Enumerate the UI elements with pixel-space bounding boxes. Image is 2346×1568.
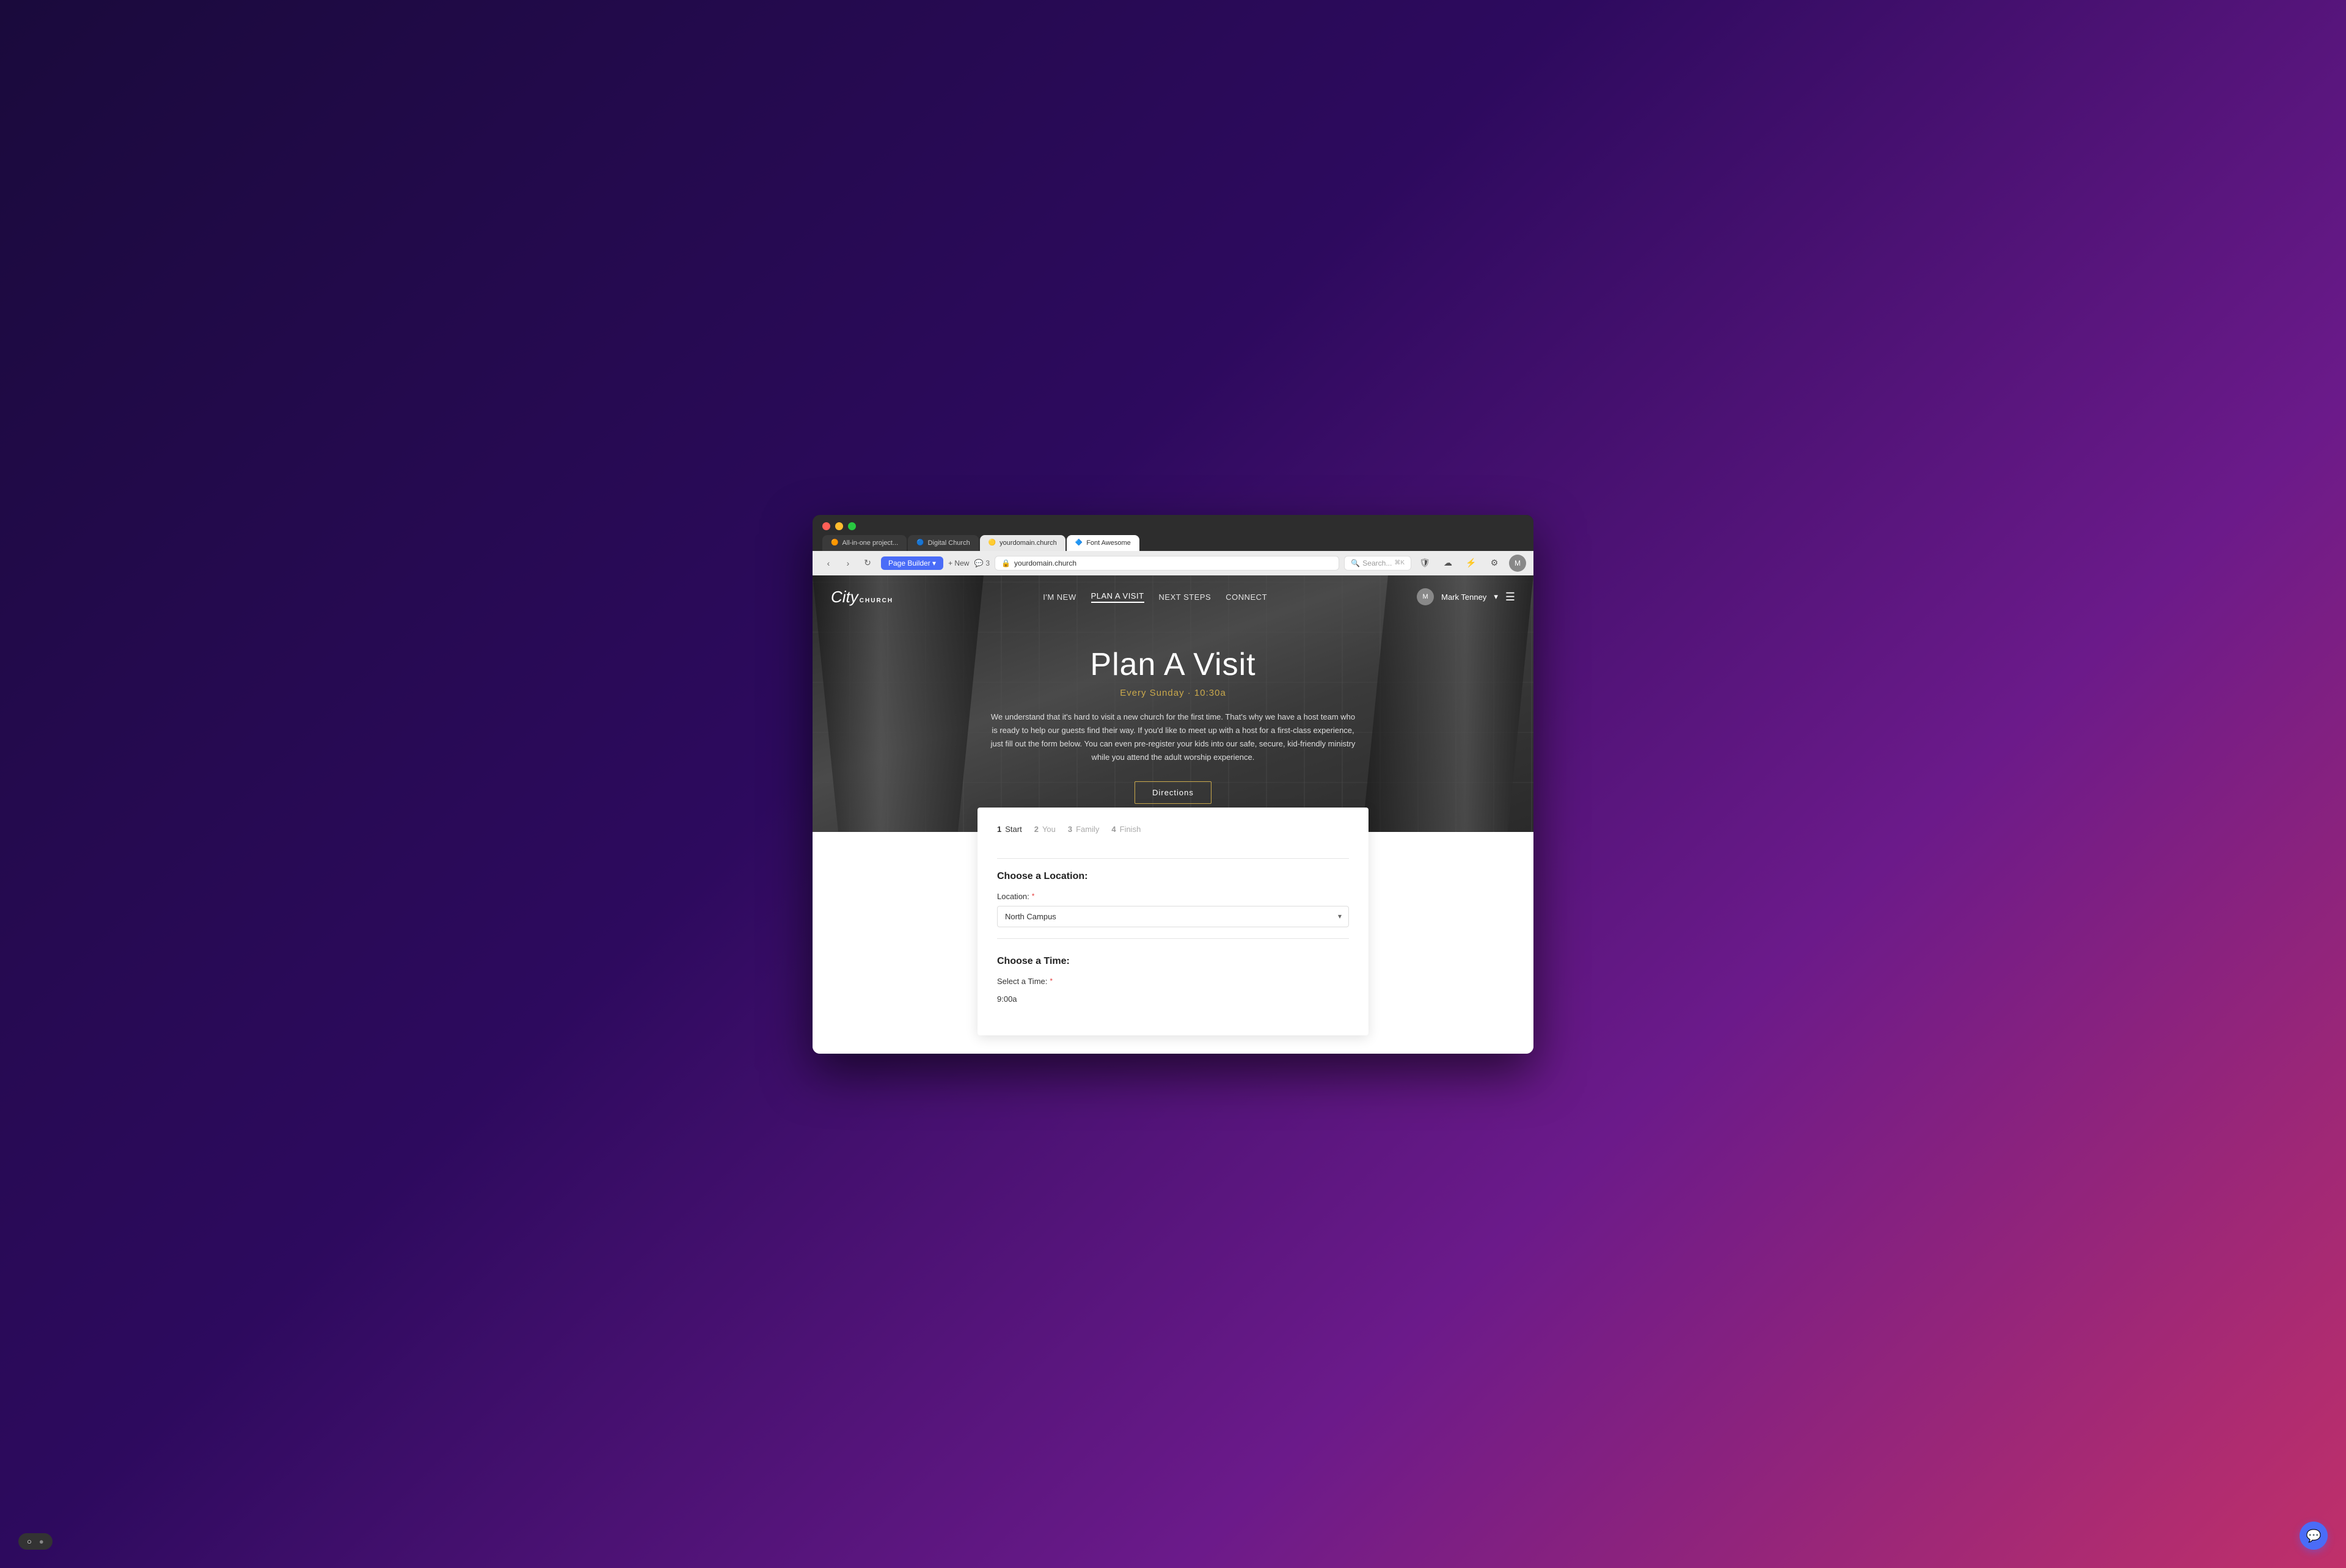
- search-icon: 🔍: [1351, 559, 1360, 567]
- dark-mode-icon: ●: [35, 1537, 48, 1546]
- hero-subtitle: Every Sunday · 10:30a: [1120, 688, 1226, 698]
- tab-yourdomain-icon: 🟡: [988, 539, 996, 546]
- chat-icon: 💬: [2306, 1528, 2322, 1544]
- user-avatar[interactable]: M: [1509, 555, 1526, 572]
- comments-icon: 💬: [974, 559, 983, 567]
- address-bar[interactable]: 🔒 yourdomain.church: [995, 556, 1339, 571]
- hamburger-menu[interactable]: ☰: [1505, 591, 1515, 603]
- maximize-button[interactable]: [848, 522, 856, 530]
- lightning-icon-btn[interactable]: ⚡: [1463, 555, 1480, 572]
- tab-fontawesome[interactable]: 🔷 Font Awesome: [1067, 535, 1139, 551]
- step-4-label: Finish: [1120, 825, 1141, 834]
- step-4: 4 Finish: [1111, 825, 1141, 834]
- time-group: Select a Time: * 9:00a: [997, 977, 1349, 1007]
- hero-section: City CHURCH I'M NEW PLAN A VISIT NEXT ST…: [813, 575, 1533, 832]
- hero-description: We understand that it's hard to visit a …: [990, 710, 1356, 764]
- site-nav-links: I'M NEW PLAN A VISIT NEXT STEPS CONNECT: [1043, 591, 1267, 603]
- search-placeholder: Search...: [1362, 559, 1392, 567]
- site-nav: City CHURCH I'M NEW PLAN A VISIT NEXT ST…: [813, 575, 1533, 619]
- browser-chrome: 🟠 All-in-one project... 🔵 Digital Church…: [813, 515, 1533, 575]
- logo-church: CHURCH: [860, 597, 893, 604]
- lock-icon: 🔒: [1001, 559, 1010, 567]
- hero-content: Plan A Visit Every Sunday · 10:30a We un…: [813, 619, 1533, 832]
- site-user-avatar: M: [1417, 588, 1434, 605]
- browser-toolbar: ‹ › ↻ Page Builder ▾ + New 💬 3 🔒 yourdom…: [813, 551, 1533, 575]
- step-3-label: Family: [1076, 825, 1099, 834]
- shield-icon-btn[interactable]: 🛡: [1416, 555, 1433, 572]
- minimize-button[interactable]: [835, 522, 843, 530]
- back-button[interactable]: ‹: [820, 555, 837, 572]
- time-value: 9:00a: [997, 991, 1349, 1007]
- chat-button[interactable]: 💬: [2300, 1522, 2328, 1550]
- comments-count: 3: [985, 559, 990, 567]
- tab-digitalchurch-icon: 🔵: [916, 539, 924, 546]
- hero-title: Plan A Visit: [1090, 646, 1255, 683]
- new-button[interactable]: + New: [948, 559, 969, 567]
- new-label: + New: [948, 559, 969, 567]
- step-3-num: 3: [1068, 825, 1072, 834]
- location-select-wrapper: North Campus South Campus East Campus We…: [997, 906, 1349, 927]
- form-steps: 1 Start 2 You 3 Family 4 Finish: [997, 825, 1349, 844]
- tab-fontawesome-label: Font Awesome: [1086, 539, 1131, 547]
- step-3: 3 Family: [1068, 825, 1100, 834]
- location-label: Location:: [997, 892, 1029, 901]
- site-logo: City CHURCH: [831, 588, 893, 607]
- website-content: City CHURCH I'M NEW PLAN A VISIT NEXT ST…: [813, 575, 1533, 1054]
- theme-toggle[interactable]: ○ ●: [18, 1533, 53, 1550]
- nav-controls: ‹ › ↻: [820, 555, 876, 572]
- tab-allinone-label: All-in-one project...: [842, 539, 898, 547]
- location-section-title: Choose a Location:: [997, 871, 1349, 882]
- step-4-num: 4: [1111, 825, 1116, 834]
- reload-button[interactable]: ↻: [859, 555, 876, 572]
- step-2-label: You: [1042, 825, 1056, 834]
- tab-yourdomain[interactable]: 🟡 yourdomain.church: [980, 535, 1065, 551]
- time-label: Select a Time:: [997, 977, 1047, 986]
- toolbar-icons: 🛡 ☁ ⚡ ⚙ M: [1416, 555, 1526, 572]
- logo-brand: City: [831, 588, 858, 607]
- forward-button[interactable]: ›: [839, 555, 857, 572]
- step-1-num: 1: [997, 825, 1001, 834]
- location-label-row: Location: *: [997, 892, 1349, 901]
- tab-allinone-icon: 🟠: [831, 539, 838, 546]
- settings-icon-btn[interactable]: ⚙: [1486, 555, 1503, 572]
- time-section-divider: [997, 938, 1349, 939]
- light-mode-icon: ○: [23, 1537, 35, 1546]
- address-text: yourdomain.church: [1014, 559, 1076, 567]
- location-required: *: [1032, 892, 1035, 900]
- step-2-num: 2: [1034, 825, 1039, 834]
- tab-digitalchurch[interactable]: 🔵 Digital Church: [908, 535, 979, 551]
- nav-connect[interactable]: CONNECT: [1226, 593, 1267, 602]
- step-2: 2 You: [1034, 825, 1056, 834]
- search-bar[interactable]: 🔍 Search... ⌘K: [1344, 556, 1411, 571]
- page-builder-button[interactable]: Page Builder ▾: [881, 556, 943, 570]
- user-name: Mark Tenney: [1441, 593, 1486, 602]
- directions-button[interactable]: Directions: [1135, 781, 1211, 804]
- form-card: 1 Start 2 You 3 Family 4 Finish: [978, 808, 1368, 1035]
- cloud-icon-btn[interactable]: ☁: [1439, 555, 1456, 572]
- location-group: Location: * North Campus South Campus Ea…: [997, 892, 1349, 927]
- tab-allinone[interactable]: 🟠 All-in-one project...: [822, 535, 907, 551]
- user-chevron: ▾: [1494, 592, 1498, 602]
- form-divider: [997, 858, 1349, 859]
- traffic-lights: [813, 515, 1533, 535]
- comments-indicator: 💬 3: [974, 559, 990, 567]
- nav-imnew[interactable]: I'M NEW: [1043, 593, 1076, 602]
- time-section-title: Choose a Time:: [997, 951, 1349, 967]
- step-1: 1 Start: [997, 825, 1022, 834]
- location-select[interactable]: North Campus South Campus East Campus We…: [997, 906, 1349, 927]
- form-section: 1 Start 2 You 3 Family 4 Finish: [813, 808, 1533, 1054]
- close-button[interactable]: [822, 522, 830, 530]
- step-1-label: Start: [1005, 825, 1021, 834]
- tab-yourdomain-label: yourdomain.church: [999, 539, 1057, 547]
- nav-nextsteps[interactable]: NEXT STEPS: [1159, 593, 1211, 602]
- browser-tabs: 🟠 All-in-one project... 🔵 Digital Church…: [813, 535, 1533, 551]
- tab-fontawesome-icon: 🔷: [1075, 539, 1083, 546]
- search-shortcut: ⌘K: [1394, 560, 1405, 566]
- tab-digitalchurch-label: Digital Church: [928, 539, 970, 547]
- nav-planvisit[interactable]: PLAN A VISIT: [1091, 591, 1144, 603]
- browser-window: 🟠 All-in-one project... 🔵 Digital Church…: [813, 515, 1533, 1054]
- time-required: *: [1050, 977, 1053, 985]
- site-nav-right: M Mark Tenney ▾ ☰: [1417, 588, 1515, 605]
- time-label-row: Select a Time: *: [997, 977, 1349, 986]
